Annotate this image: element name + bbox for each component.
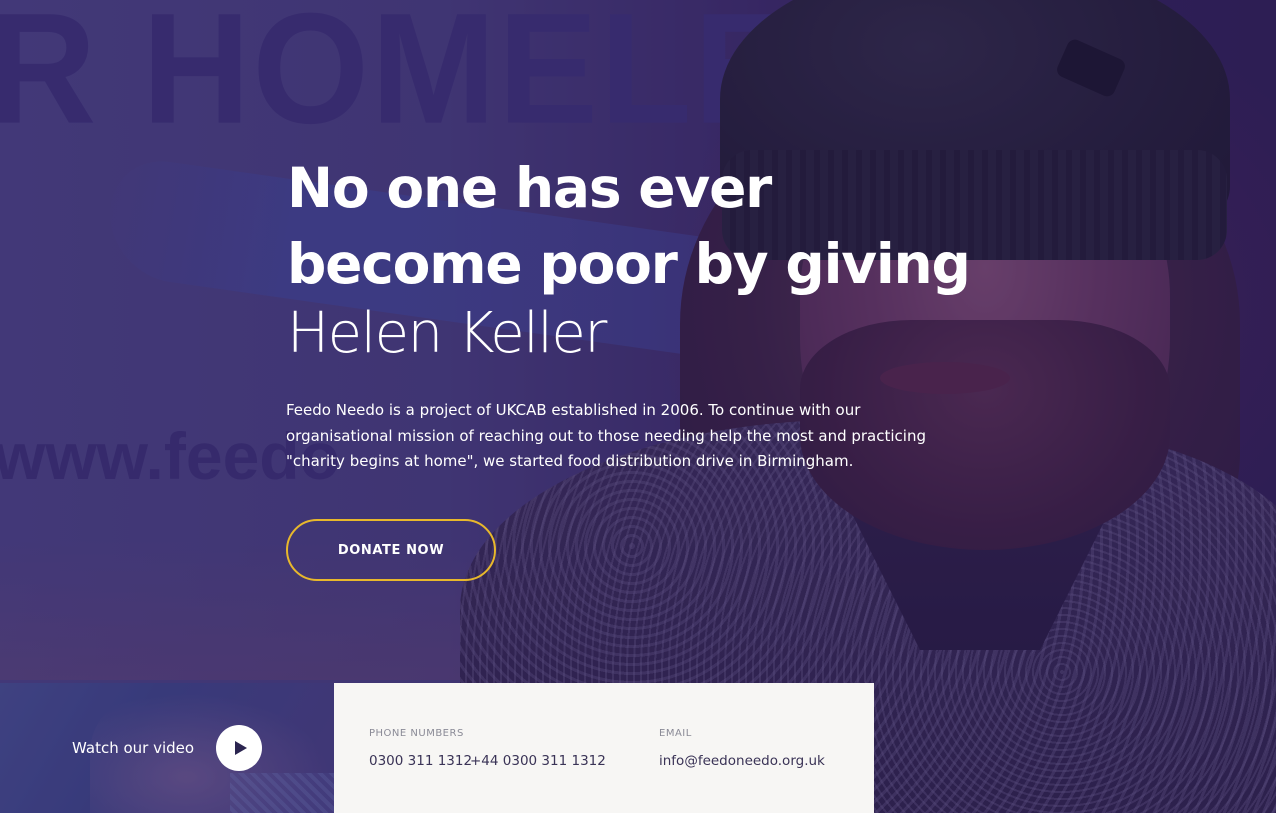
- quote-author: Helen Keller: [287, 301, 607, 366]
- donate-now-button[interactable]: DONATE NOW: [286, 519, 496, 581]
- phone-number-international[interactable]: +44 0300 311 1312: [470, 753, 606, 769]
- hero-description: Feedo Needo is a project of UKCAB establ…: [286, 401, 926, 470]
- watch-video-label[interactable]: Watch our video: [72, 739, 194, 757]
- phone-link-international[interactable]: +44 0300 311 1312: [470, 753, 606, 769]
- email-link[interactable]: info@feedoneedo.org.uk: [659, 753, 825, 769]
- play-icon: [235, 741, 247, 755]
- email-label: EMAIL: [659, 728, 692, 739]
- contact-info-panel: PHONE NUMBERS 0300 311 1312 +44 0300 311…: [334, 683, 874, 813]
- phone-number-primary[interactable]: 0300 311 1312: [369, 753, 472, 769]
- hero-headline: No one has ever become poor by giving: [287, 150, 987, 302]
- watch-video-panel[interactable]: Watch our video: [0, 683, 334, 813]
- phone-numbers-label: PHONE NUMBERS: [369, 728, 464, 739]
- phone-link-primary[interactable]: 0300 311 1312: [369, 753, 472, 769]
- email-address[interactable]: info@feedoneedo.org.uk: [659, 753, 825, 769]
- headline-line-2: become poor by giving: [287, 232, 971, 296]
- headline-line-1: No one has ever: [287, 156, 772, 220]
- play-video-button[interactable]: [216, 725, 262, 771]
